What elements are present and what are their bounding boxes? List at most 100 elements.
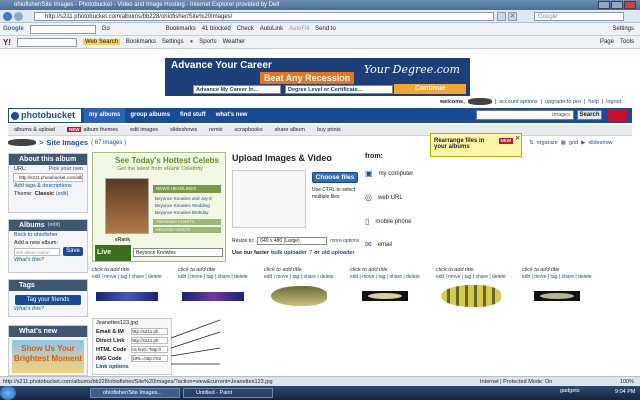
thumb-title[interactable]: click to add title <box>178 267 263 273</box>
back-to-user-link[interactable]: Back to ohiofisher <box>9 231 87 239</box>
new-album-input[interactable]: see album name <box>14 247 60 256</box>
tooltip-close-icon[interactable]: ✕ <box>515 135 520 142</box>
album-save-button[interactable]: Save <box>63 247 83 256</box>
upgrade-link[interactable]: upgrade to pro <box>545 99 581 105</box>
nav-my-albums[interactable]: my albums <box>84 108 126 123</box>
task-paint[interactable]: Untitled - Paint <box>183 388 273 398</box>
charts-header[interactable]: TRENDING CHARTS <box>153 219 221 225</box>
ad-continue-button[interactable]: Continue <box>394 84 466 94</box>
yahoo-icon[interactable]: Y! <box>3 38 11 47</box>
stop-icon[interactable]: ✕ <box>508 12 517 21</box>
google-toolbar-input[interactable] <box>29 24 96 34</box>
promo-badge-icon[interactable] <box>607 109 627 121</box>
grid-link[interactable]: grid <box>569 140 578 146</box>
nav-whats-new[interactable]: what's new <box>211 108 253 123</box>
subnav-remix[interactable]: remix <box>203 125 228 136</box>
albums-edit-link[interactable]: (edit) <box>48 220 61 231</box>
ad-banner[interactable]: Advance Your Career Beat Any Recession Y… <box>165 58 470 96</box>
slideshow-link[interactable]: slideshow <box>588 140 612 146</box>
thumb-actions[interactable]: edit | move | tag | share | delete <box>92 274 177 280</box>
maximize-button[interactable] <box>611 1 623 9</box>
toolbar-bookmarks[interactable]: Bookmarks <box>166 26 196 32</box>
thumb-actions[interactable]: edit | move | tag | share | delete <box>436 274 521 280</box>
page-menu[interactable]: Page <box>600 39 614 45</box>
more-options-link[interactable]: more options <box>330 238 359 244</box>
minimize-button[interactable] <box>598 1 610 9</box>
gadgets-label[interactable]: gadgets <box>560 388 580 394</box>
thumb-image-fish[interactable] <box>271 286 327 306</box>
thumb-actions[interactable]: edit | move | tag | share | delete <box>178 274 263 280</box>
source-email[interactable]: ✉ email <box>365 240 392 249</box>
celeb-ad[interactable]: See Today's Hottest Celebs Get the lates… <box>92 152 226 272</box>
help-link[interactable]: help <box>588 99 598 105</box>
email-im-code[interactable]: http://s211.ph <box>130 328 168 335</box>
toolbar-settings[interactable]: Settings <box>612 26 634 32</box>
account-options-link[interactable]: account options <box>499 99 538 105</box>
thumbnail-item[interactable]: click to add title edit | move | tag | s… <box>436 267 521 317</box>
subnav-share-album[interactable]: share album <box>269 125 311 136</box>
thumbnail-item[interactable]: click to add title edit | move | tag | s… <box>178 267 263 317</box>
news-item-3[interactable]: Beyonce Knowles Birthday <box>155 209 212 216</box>
refresh-icon[interactable] <box>497 12 506 21</box>
subnav-edit-images[interactable]: edit images <box>124 125 164 136</box>
add-tags-link[interactable]: Add tags & descriptions <box>9 182 87 190</box>
thumbnail-item[interactable]: click to add title edit | move | tag | s… <box>92 267 177 317</box>
source-web-url[interactable]: ◎ web URL <box>365 193 403 202</box>
nav-find-stuff[interactable]: find stuff <box>175 108 211 123</box>
web-search-button[interactable]: Web Search <box>83 39 120 45</box>
subnav-slideshows[interactable]: slideshows <box>164 125 203 136</box>
direct-link-code[interactable]: http://s211.ph <box>130 337 168 344</box>
subnav-album-themes[interactable]: NEW album themes <box>61 125 124 136</box>
task-browser[interactable]: ohiofisher/Site Images... <box>90 388 180 398</box>
popup-blocked[interactable]: 41 blocked <box>202 26 231 32</box>
thumb-actions[interactable]: edit | move | tag | share | delete <box>264 274 349 280</box>
source-my-computer[interactable]: ▣ my computer <box>365 169 413 178</box>
ad-degree-select[interactable]: Degree Level or Certificate... <box>285 85 393 94</box>
thumb-image[interactable] <box>182 291 244 301</box>
live-search-input[interactable]: Beyonce Knowles <box>133 248 223 257</box>
thumb-title[interactable]: click to add title <box>522 267 607 273</box>
thumb-image-fish[interactable] <box>441 285 501 307</box>
news-item-1[interactable]: Beyonce Knowles and Jay-Z <box>155 195 212 202</box>
pick-own-link[interactable]: Pick your own <box>49 165 83 173</box>
theme-edit-link[interactable]: (edit) <box>56 190 69 198</box>
thumb-title[interactable]: click to add title <box>92 267 177 273</box>
thumb-actions[interactable]: edit | move | tag | share | delete <box>350 274 435 280</box>
yahoo-bookmarks[interactable]: Bookmarks <box>126 39 156 45</box>
brightest-moment-promo[interactable]: Show Us Your Brightest Moment <box>12 340 84 373</box>
address-input[interactable]: http://s211.photobucket.com/albums/bb228… <box>34 12 494 21</box>
organize-link[interactable]: organize <box>537 140 558 146</box>
spell-check[interactable]: Check <box>237 26 254 32</box>
send-to[interactable]: Send to <box>315 26 336 32</box>
help-icon[interactable]: ? <box>309 250 312 256</box>
source-mobile[interactable]: ▯ mobile phone <box>365 217 411 226</box>
thumb-image[interactable] <box>534 291 580 301</box>
old-uploader-link[interactable]: old uploader <box>322 250 355 256</box>
start-button[interactable] <box>0 386 16 400</box>
thumb-title[interactable]: click to add title <box>350 267 435 273</box>
thumb-title[interactable]: click to add title <box>264 267 349 273</box>
album-url-field[interactable]: http://s211.photobucket.com/albums/ <box>13 173 83 182</box>
subnav-albums-upload[interactable]: albums & upload <box>8 125 61 136</box>
close-button[interactable] <box>624 1 636 9</box>
videos-header[interactable]: RELATED VIDEOS <box>153 227 221 233</box>
thumb-actions[interactable]: edit | move | tag | share | delete <box>522 274 607 280</box>
autofill[interactable]: AutoFill <box>289 26 309 32</box>
go-button[interactable]: Go <box>102 26 110 32</box>
google-search-input[interactable]: Google <box>534 12 624 21</box>
thumb-title[interactable]: click to add title <box>436 267 521 273</box>
thumbnail-item[interactable]: click to add title edit | move | tag | s… <box>350 267 435 317</box>
celeb-photo[interactable] <box>105 178 149 234</box>
html-code-field[interactable]: <a href="http:// <box>130 346 168 353</box>
link-options[interactable]: Link options <box>93 363 171 371</box>
subnav-scrapbooks[interactable]: scrapbooks <box>229 125 269 136</box>
ad-career-select[interactable]: Advance My Career In... <box>193 85 281 94</box>
thumbnail-item[interactable]: click to add title edit | move | tag | s… <box>522 267 607 317</box>
bulk-uploader-link[interactable]: bulk uploader <box>271 250 307 256</box>
tags-whats-this[interactable]: What's this? <box>9 305 87 313</box>
yahoo-search-input[interactable] <box>17 37 77 47</box>
autolink[interactable]: AutoLink <box>260 26 283 32</box>
back-icon[interactable] <box>3 12 12 21</box>
yahoo-settings[interactable]: Settings <box>162 39 184 45</box>
news-item-2[interactable]: Beyonce Knowles Wedding <box>155 202 212 209</box>
